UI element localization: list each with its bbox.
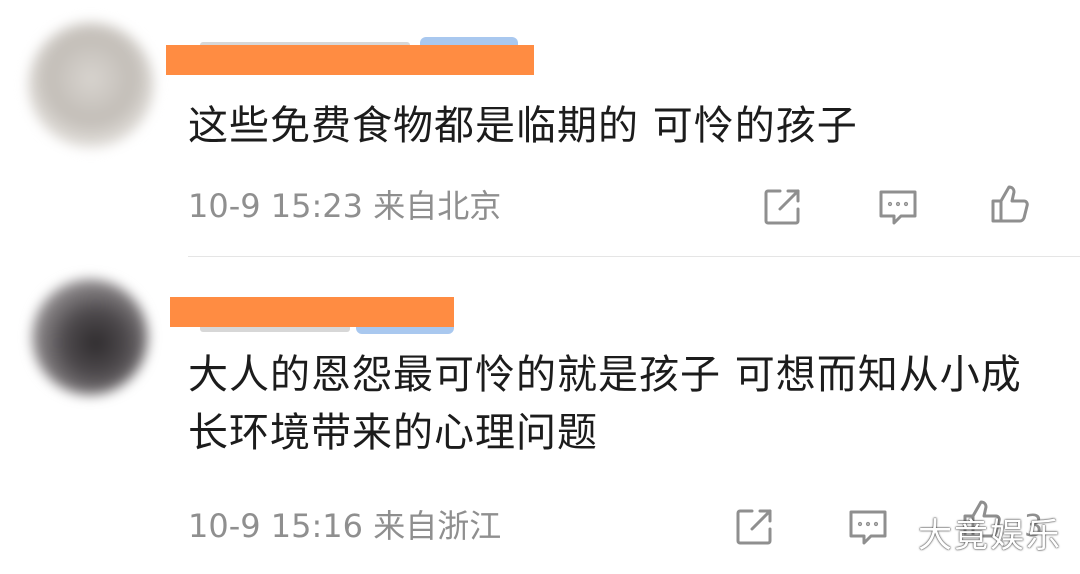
username-redaction [166,45,534,75]
comment-location: 来自浙江 [373,507,502,545]
comment-meta: 10-9 15:23 来自北京 [188,186,501,226]
comment-icon[interactable] [846,505,890,549]
comment-text: 这些免费食物都是临期的 可怜的孩子 [188,103,858,149]
avatar[interactable] [32,279,148,395]
thumbs-up-icon[interactable] [988,182,1032,226]
watermark: 大竟娱乐 [918,516,1062,556]
comment-time: 10-9 15:16 [188,507,364,545]
share-icon[interactable] [732,505,776,549]
comment-item: 这些免费食物都是临期的 可怜的孩子 10-9 15:23 来自北京 [0,0,1080,257]
comment-text: 大人的恩怨最可怜的就是孩子 可想而知从小成长环境带来的心理问题 [188,352,1022,456]
comment-location: 来自北京 [373,187,502,225]
username-redaction [170,297,454,327]
avatar[interactable] [28,22,154,148]
comment-meta: 10-9 15:16 来自浙江 [188,506,501,546]
comment-icon[interactable] [876,185,920,229]
share-icon[interactable] [760,185,804,229]
comment-time: 10-9 15:23 [188,187,364,225]
